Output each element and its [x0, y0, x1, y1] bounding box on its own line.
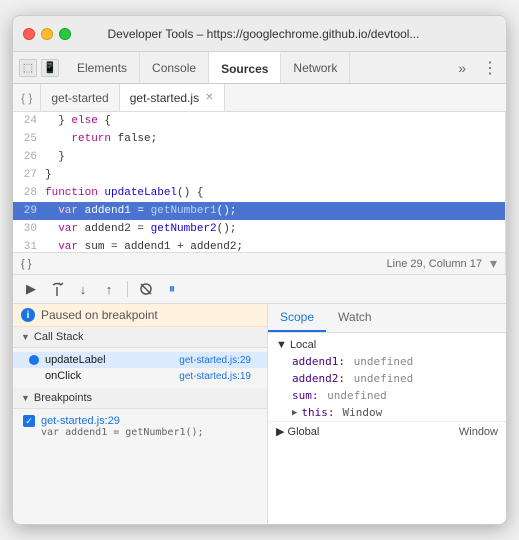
this-row[interactable]: ▶ this: Window: [268, 404, 506, 421]
cursor-position: Line 29, Column 17 ▾: [387, 255, 497, 272]
file-tab-close-icon[interactable]: ✕: [205, 92, 213, 103]
tab-scope[interactable]: Scope: [268, 304, 326, 332]
right-panel: Scope Watch ▼ Local addend1: undefined a…: [268, 304, 506, 524]
window-title: Developer Tools – https://googlechrome.g…: [81, 27, 446, 41]
code-line-30: 30 var addend2 = getNumber2();: [13, 220, 505, 238]
code-content[interactable]: 24 } else { 25 return false; 26 } 27 } 2: [13, 112, 505, 252]
minimize-button[interactable]: [41, 28, 53, 40]
stack-fn-0: updateLabel: [45, 354, 106, 366]
pause-on-exceptions-button[interactable]: ⏸: [162, 279, 182, 299]
resume-button[interactable]: ▶: [21, 279, 41, 299]
file-tabs-bar: { } get-started get-started.js ✕: [13, 84, 506, 112]
file-tab-get-started-js[interactable]: get-started.js ✕: [120, 84, 225, 111]
this-value: Window: [343, 406, 383, 419]
local-scope-header[interactable]: ▼ Local: [268, 337, 506, 353]
stack-icon-0: [29, 355, 39, 365]
inspect-icon[interactable]: ⬚: [19, 59, 37, 77]
status-arrow-icon[interactable]: ▾: [490, 255, 497, 272]
main-area: 24 } else { 25 return false; 26 } 27 } 2: [13, 112, 506, 274]
tab-watch[interactable]: Watch: [326, 304, 384, 332]
file-tab-label: get-started: [51, 91, 108, 105]
close-button[interactable]: [23, 28, 35, 40]
code-line-25: 25 return false;: [13, 130, 505, 148]
this-label: this:: [301, 406, 334, 419]
chevron-bp-icon: ▼: [21, 393, 30, 403]
call-stack-header[interactable]: ▼ Call Stack: [13, 327, 267, 348]
step-into-button[interactable]: ↓: [73, 279, 93, 299]
file-tree-icon[interactable]: { }: [13, 84, 41, 111]
tabs-more[interactable]: »: [450, 52, 474, 83]
breakpoint-code-0: var addend1 = getNumber1();: [23, 427, 257, 438]
stack-item-1[interactable]: onClick get-started.js:19: [13, 368, 267, 384]
call-stack-section: ▼ Call Stack updateLabel get-started.js:…: [13, 327, 267, 388]
tab-elements[interactable]: Elements: [65, 52, 140, 83]
paused-text: Paused on breakpoint: [41, 308, 158, 322]
right-tabs: Scope Watch: [268, 304, 506, 333]
breakpoint-row-0: ✓ get-started.js:29: [23, 415, 257, 427]
tabs-list: Elements Console Sources Network: [65, 52, 450, 83]
deactivate-button[interactable]: [136, 279, 156, 299]
paused-banner: i Paused on breakpoint: [13, 304, 267, 327]
stack-fn-1: onClick: [45, 370, 81, 382]
breakpoints-label: Breakpoints: [34, 392, 92, 404]
tabs-menu-button[interactable]: ⋮: [474, 52, 506, 83]
code-line-29: 29 var addend1 = getNumber1();: [13, 202, 505, 220]
local-scope-label: ▼ Local: [276, 339, 316, 351]
devtools-window: Developer Tools – https://googlechrome.g…: [12, 15, 507, 525]
call-stack-label: Call Stack: [34, 331, 84, 343]
this-chevron-icon: ▶: [292, 408, 297, 418]
breakpoints-header[interactable]: ▼ Breakpoints: [13, 388, 267, 409]
chevron-icon: ▼: [21, 332, 30, 342]
breakpoint-checkbox-0[interactable]: ✓: [23, 415, 35, 427]
status-bar: { } Line 29, Column 17 ▾: [13, 252, 505, 274]
var-addend1: addend1: undefined: [268, 353, 506, 370]
breakpoint-label-0: get-started.js:29: [41, 415, 120, 427]
file-tab-js-label: get-started.js: [130, 91, 199, 105]
cursor-info: Line 29, Column 17: [387, 258, 482, 270]
tab-sources[interactable]: Sources: [209, 52, 281, 83]
device-icon[interactable]: 📱: [41, 59, 59, 77]
scope-content: ▼ Local addend1: undefined addend2: unde…: [268, 333, 506, 524]
global-label: ▶ Global: [276, 425, 319, 438]
tab-icons: ⬚ 📱: [13, 52, 65, 83]
code-line-31: 31 var sum = addend1 + addend2;: [13, 238, 505, 252]
code-line-26: 26 }: [13, 148, 505, 166]
code-line-24: 24 } else {: [13, 112, 505, 130]
global-scope[interactable]: ▶ Global Window: [268, 421, 506, 441]
step-out-button[interactable]: ↑: [99, 279, 119, 299]
stack-file-1: get-started.js:19: [179, 371, 251, 382]
global-value: Window: [459, 426, 498, 438]
stack-item-0[interactable]: updateLabel get-started.js:29: [13, 352, 267, 368]
tabs-bar: ⬚ 📱 Elements Console Sources Network » ⋮: [13, 52, 506, 84]
bottom-panel: i Paused on breakpoint ▼ Call Stack upda…: [13, 304, 506, 524]
left-panel: i Paused on breakpoint ▼ Call Stack upda…: [13, 304, 268, 524]
maximize-button[interactable]: [59, 28, 71, 40]
code-line-27: 27 }: [13, 166, 505, 184]
stack-file-0: get-started.js:29: [179, 355, 251, 366]
info-icon: i: [21, 308, 35, 322]
toolbar-separator: [127, 281, 128, 297]
file-tab-get-started[interactable]: get-started: [41, 84, 119, 111]
breakpoints-body: ✓ get-started.js:29 var addend1 = getNum…: [13, 409, 267, 444]
tab-console[interactable]: Console: [140, 52, 209, 83]
tab-network[interactable]: Network: [281, 52, 350, 83]
code-area: 24 } else { 25 return false; 26 } 27 } 2: [13, 112, 506, 274]
debug-toolbar: ▶ ↓ ↑ ⏸: [13, 274, 506, 304]
breakpoint-item-0: ✓ get-started.js:29 var addend1 = getNum…: [13, 413, 267, 440]
step-over-button[interactable]: [47, 279, 67, 299]
call-stack-body: updateLabel get-started.js:29 onClick ge…: [13, 348, 267, 388]
var-sum: sum: undefined: [268, 387, 506, 404]
var-addend2: addend2: undefined: [268, 370, 506, 387]
traffic-lights: [23, 28, 71, 40]
local-scope: ▼ Local addend1: undefined addend2: unde…: [268, 337, 506, 421]
breakpoints-section: ▼ Breakpoints ✓ get-started.js:29 var ad…: [13, 388, 267, 444]
code-line-28: 28 function updateLabel() {: [13, 184, 505, 202]
title-bar: Developer Tools – https://googlechrome.g…: [13, 16, 506, 52]
bracket-icon: { }: [21, 258, 31, 270]
